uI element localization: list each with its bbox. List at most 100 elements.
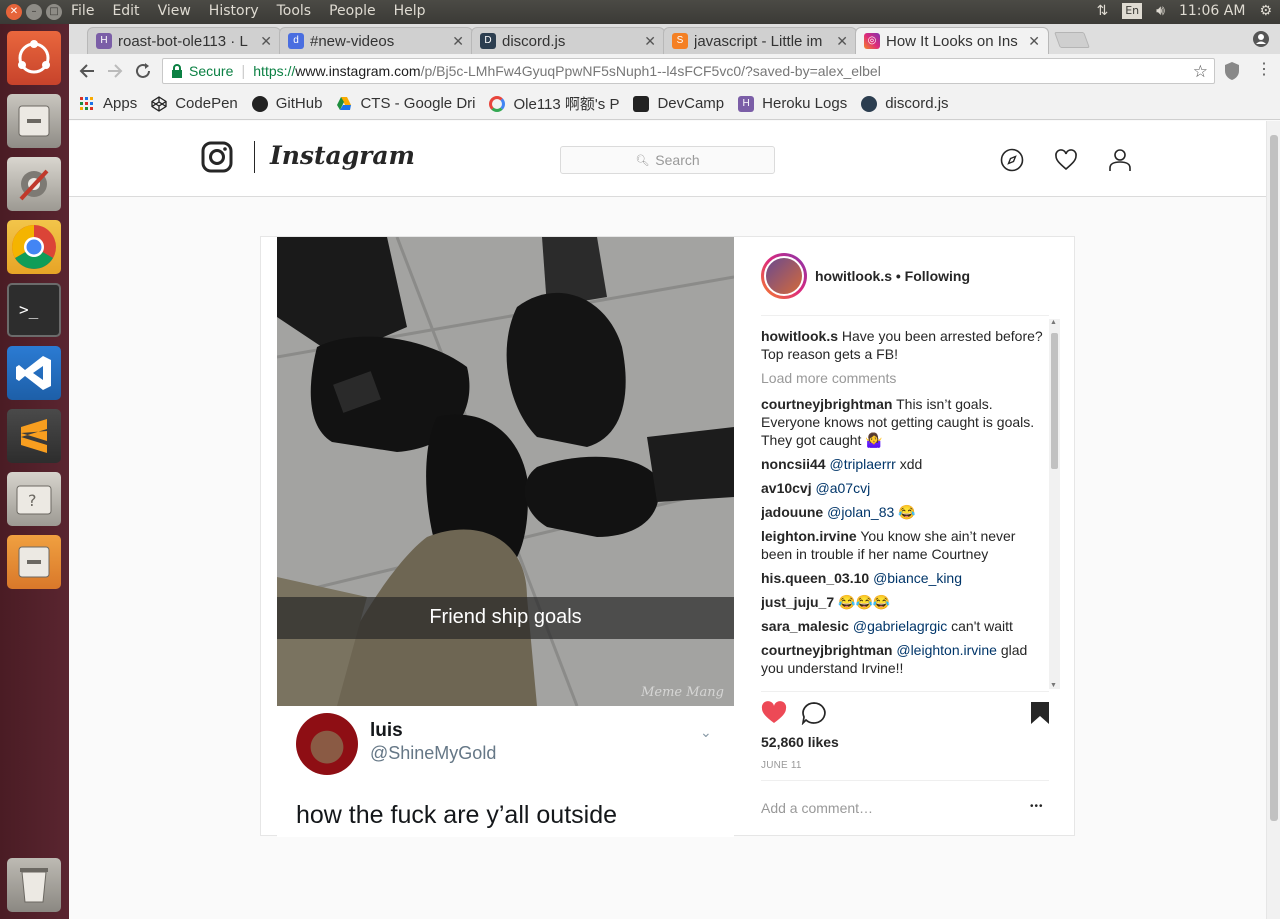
page-scrollbar[interactable] [1266, 121, 1280, 919]
profile-user-icon[interactable] [1108, 148, 1132, 172]
likes-count[interactable]: 52,860 likes [761, 734, 839, 750]
chrome-icon[interactable] [7, 220, 61, 274]
menu-tools[interactable]: Tools [277, 3, 312, 19]
menu-people[interactable]: People [329, 3, 376, 19]
window-close-button[interactable]: ✕ [6, 4, 22, 20]
tab-instagram-active[interactable]: ◎ How It Looks on Ins ✕ [855, 27, 1049, 54]
poster-username[interactable]: howitlook.s [815, 268, 892, 284]
tab-close-icon[interactable]: ✕ [260, 33, 272, 50]
more-options-icon[interactable]: ••• [1030, 801, 1044, 812]
bookmark-google-drive[interactable]: CTS - Google Dri [336, 95, 475, 112]
address-bar[interactable]: Secure | https:// www.instagram.com /p/B… [162, 58, 1215, 84]
browser-tab-strip: H roast-bot-ole113 · L ✕ d #new-videos ✕… [69, 24, 1280, 54]
bookmark-devcamp[interactable]: DevCamp [633, 95, 724, 112]
terminal-icon[interactable]: >_ [7, 283, 61, 337]
volume-icon[interactable]: 🔊︎ [1156, 3, 1165, 19]
new-tab-button[interactable] [1054, 32, 1090, 48]
bookmark-label: GitHub [275, 95, 323, 112]
extension-shield-icon[interactable] [1223, 61, 1241, 81]
menu-view[interactable]: View [158, 3, 191, 19]
scroll-down-arrow-icon[interactable]: ▼ [1050, 682, 1057, 689]
page-scrollbar-thumb[interactable] [1270, 135, 1278, 821]
menu-help[interactable]: Help [394, 3, 426, 19]
clock[interactable]: 11:06 AM [1179, 3, 1245, 19]
comments-scrollbar-thumb[interactable] [1051, 333, 1058, 469]
keyboard-layout-indicator[interactable]: En [1122, 3, 1143, 19]
bookmark-heroku-logs[interactable]: H Heroku Logs [738, 95, 847, 112]
vscode-icon[interactable] [7, 346, 61, 400]
save-bookmark-icon[interactable] [1030, 701, 1050, 725]
poster-avatar[interactable] [761, 253, 807, 299]
url-divider: | [241, 62, 246, 80]
explore-compass-icon[interactable] [1000, 148, 1024, 172]
comment-username[interactable]: courtneyjbrightman [761, 396, 892, 412]
bookmark-discordjs[interactable]: discord.js [861, 95, 949, 112]
bookmark-github[interactable]: GitHub [251, 95, 323, 112]
tab-roast-bot[interactable]: H roast-bot-ole113 · L ✕ [87, 27, 281, 54]
tab-new-videos[interactable]: d #new-videos ✕ [279, 27, 473, 54]
ubuntu-dash-icon[interactable] [7, 31, 61, 85]
load-more-comments-link[interactable]: Load more comments [761, 369, 1045, 387]
reload-button[interactable] [133, 61, 153, 81]
tab-close-icon[interactable]: ✕ [452, 33, 464, 50]
tab-close-icon[interactable]: ✕ [1028, 33, 1040, 50]
window-maximize-button[interactable]: □ [46, 4, 62, 20]
comment-username[interactable]: jadouune [761, 504, 823, 520]
like-heart-icon[interactable] [761, 701, 787, 725]
comment-mention[interactable]: @jolan_83 [827, 504, 894, 520]
menu-edit[interactable]: Edit [112, 3, 139, 19]
back-button[interactable] [77, 61, 97, 81]
settings-gear-icon[interactable]: ⚙ [1259, 3, 1272, 19]
bookmark-star-icon[interactable]: ☆ [1193, 62, 1208, 82]
comment-text: 😂 [898, 504, 916, 520]
forward-button[interactable] [105, 61, 125, 81]
instagram-wordmark[interactable]: Instagram [270, 141, 415, 170]
files-icon[interactable] [7, 94, 61, 148]
files-archive-icon[interactable] [7, 535, 61, 589]
bookmark-apps[interactable]: Apps [79, 95, 137, 112]
comment-username[interactable]: leighton.irvine [761, 528, 857, 544]
instagram-camera-logo-icon[interactable] [201, 141, 233, 173]
comment-bubble-icon[interactable] [801, 701, 827, 725]
menu-history[interactable]: History [209, 3, 259, 19]
comment-username[interactable]: sara_malesic [761, 618, 849, 634]
browser-toolbar: Secure | https:// www.instagram.com /p/B… [69, 54, 1280, 88]
comment-mention[interactable]: @a07cvj [816, 480, 871, 496]
post-date[interactable]: JUNE 11 [761, 760, 802, 771]
search-input[interactable]: 🔍︎ Search [560, 146, 775, 174]
scroll-up-arrow-icon[interactable]: ▲ [1050, 319, 1057, 326]
comment-username[interactable]: just_juju_7 [761, 594, 834, 610]
tab-title: javascript - Little im [694, 32, 823, 50]
comment-mention[interactable]: @triplaerrr [829, 456, 895, 472]
comment-username[interactable]: his.queen_03.10 [761, 570, 869, 586]
menu-file[interactable]: File [71, 3, 94, 19]
post-photo[interactable]: Friend ship goals Meme Mang [277, 237, 734, 706]
comment-username[interactable]: av10cvj [761, 480, 812, 496]
sublime-text-icon[interactable] [7, 409, 61, 463]
caption-username[interactable]: howitlook.s [761, 328, 838, 344]
chrome-menu-icon[interactable]: ⋮ [1256, 62, 1272, 78]
comments-scrollbar[interactable]: ▲ ▼ [1049, 319, 1060, 689]
comment-username[interactable]: courtneyjbrightman [761, 642, 892, 658]
bookmark-ole113[interactable]: Ole113 啊额's P [489, 93, 619, 114]
comment-username[interactable]: noncsii44 [761, 456, 826, 472]
tab-close-icon[interactable]: ✕ [836, 33, 848, 50]
comment-mention[interactable]: @leighton.irvine [896, 642, 997, 658]
comment-mention[interactable]: @gabrielagrgic [853, 618, 947, 634]
follow-status[interactable]: • Following [896, 268, 970, 284]
trash-icon[interactable] [7, 858, 61, 912]
bookmark-label: Apps [103, 95, 138, 112]
comment-mention[interactable]: @biance_king [873, 570, 962, 586]
system-settings-icon[interactable] [7, 157, 61, 211]
unknown-app-icon[interactable]: ? [7, 472, 61, 526]
activity-heart-icon[interactable] [1054, 148, 1078, 172]
profile-icon[interactable] [1252, 30, 1270, 48]
add-comment-input[interactable]: Add a comment… [761, 800, 873, 816]
tab-close-icon[interactable]: ✕ [644, 33, 656, 50]
bookmark-codepen[interactable]: CodePen [151, 95, 238, 112]
tab-stackoverflow[interactable]: S javascript - Little im ✕ [663, 27, 857, 54]
tab-discordjs[interactable]: D discord.js ✕ [471, 27, 665, 54]
network-transfer-icon[interactable]: ⇅ [1097, 3, 1109, 19]
window-minimize-button[interactable]: – [26, 4, 42, 20]
svg-text:>_: >_ [19, 300, 39, 319]
